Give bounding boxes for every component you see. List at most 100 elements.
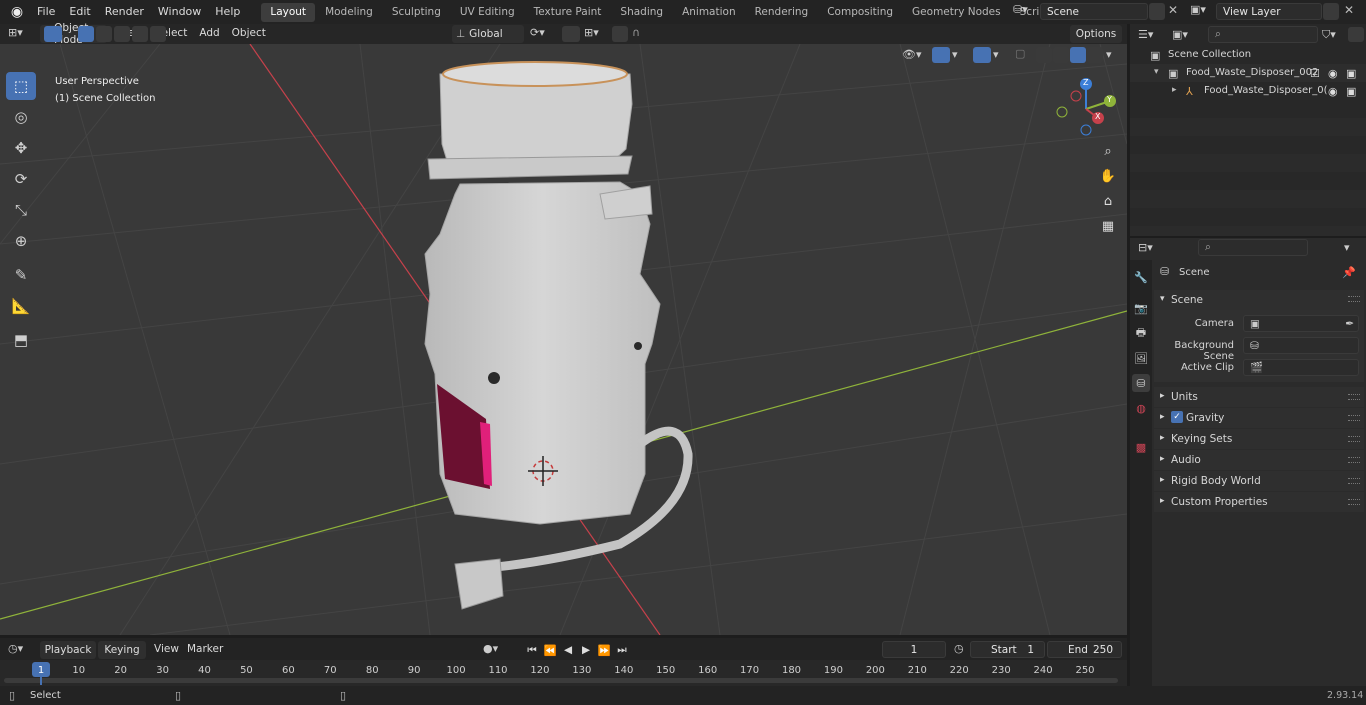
outliner-row-object[interactable]: ▸ ⅄ Food_Waste_Disposer_0( ◉ ▣ [1130,82,1366,100]
select-invert-icon[interactable] [132,26,148,42]
snap-toggle-icon[interactable] [562,26,580,42]
menu-window[interactable]: Window [151,0,208,24]
measure-tool-icon[interactable]: 📐 [6,292,36,320]
expand-chevron-icon[interactable]: ▾ [1154,67,1159,77]
select-box-tool-icon[interactable]: ⬚ [6,72,36,100]
editor-type-icon[interactable]: ⊞▾ [8,26,36,42]
close-view-layer-icon[interactable]: ✕ [1344,3,1358,20]
wireframe-shading-icon[interactable] [1036,47,1052,63]
tab-rendering[interactable]: Rendering [746,3,818,22]
transform-orientation-dropdown[interactable]: ⊥ Global [452,25,524,43]
end-frame-field[interactable]: End 250 [1047,641,1122,658]
menu-render[interactable]: Render [98,0,151,24]
tab-geometry-nodes[interactable]: Geometry Nodes [903,3,1010,22]
render-camera-icon[interactable]: ▣ [1346,85,1356,98]
keying-menu[interactable]: Keying [98,641,146,659]
select-new-icon[interactable] [78,26,94,42]
timeline-editor-type-icon[interactable]: ◷▾ [8,642,23,655]
proportional-falloff-icon[interactable]: ∩ [632,26,640,39]
visibility-eye-icon[interactable]: ◉ [1328,67,1338,80]
properties-editor-type-icon[interactable]: ⊟▾ [1138,241,1153,254]
add-cube-tool-icon[interactable]: ⬒ [6,326,36,354]
rotate-tool-icon[interactable]: ⟳ [6,165,36,193]
tweak-tool-icon[interactable] [44,26,62,42]
view-object-types-icon[interactable]: 👁▾ [902,48,922,61]
panel-drag-grip-icon[interactable] [1348,394,1360,400]
timeline-marker-menu[interactable]: Marker [181,643,229,655]
xray-toggle-icon[interactable]: ▢ [1015,47,1029,63]
jump-end-icon[interactable]: ⏭ [614,641,630,659]
visibility-eye-icon[interactable]: ◉ [1328,85,1338,98]
proportional-edit-icon[interactable] [612,26,628,42]
tab-animation[interactable]: Animation [673,3,745,22]
preview-range-icon[interactable]: ◷ [954,642,964,655]
current-frame-field[interactable]: 1 [882,641,946,658]
filter-icon[interactable]: ⛉▾ [1322,28,1336,42]
view-layer-browse-icon[interactable]: ▣▾ [1190,3,1214,20]
new-view-layer-icon[interactable] [1323,3,1339,20]
tab-layout[interactable]: Layout [261,2,316,22]
panel-drag-grip-icon[interactable] [1348,499,1360,505]
outliner-row-root[interactable]: ▣ Scene Collection [1130,46,1366,64]
zoom-icon[interactable]: ⌕ [1097,140,1119,162]
scene-browse-icon[interactable]: ⛁▾ [1013,3,1037,20]
texture-tab-icon[interactable]: ▩ [1132,438,1150,456]
panel-drag-grip-icon[interactable] [1348,436,1360,442]
tab-sculpting[interactable]: Sculpting [383,3,450,22]
menu-help[interactable]: Help [208,0,247,24]
select-extend-icon[interactable] [96,26,112,42]
pan-hand-icon[interactable]: ✋ [1097,165,1119,187]
gizmo-toggle-icon[interactable] [932,47,950,63]
properties-options-icon[interactable]: ▾ [1344,241,1350,254]
options-dropdown[interactable]: Options [1070,25,1122,43]
panel-drag-grip-icon[interactable] [1348,296,1360,302]
background-scene-field[interactable]: ⛁ [1243,337,1359,354]
ortho-grid-icon[interactable]: ▦ [1097,215,1119,237]
render-tab-icon[interactable]: 📷 [1132,299,1150,317]
tab-modeling[interactable]: Modeling [316,3,382,22]
overlays-toggle-icon[interactable] [973,47,991,63]
gizmo-dropdown-icon[interactable]: ▾ [952,48,958,61]
cursor-tool-icon[interactable]: ◎ [6,103,36,131]
gravity-checkbox[interactable]: ✓ [1171,411,1183,423]
move-tool-icon[interactable]: ✥ [6,134,36,162]
properties-search-input[interactable]: ⌕ [1198,239,1308,256]
panel-drag-grip-icon[interactable] [1348,415,1360,421]
new-collection-icon[interactable] [1348,27,1364,42]
active-clip-field[interactable]: 🎬 [1243,359,1359,376]
menu-edit[interactable]: Edit [62,0,97,24]
timeline-view-menu[interactable]: View [148,643,185,655]
3d-viewport[interactable]: User Perspective (1) Scene Collection 👁▾… [0,44,1127,635]
annotate-tool-icon[interactable]: ✎ [6,261,36,289]
select-intersect-icon[interactable] [150,26,166,42]
timeline-scrollbar[interactable] [4,678,1118,683]
world-tab-icon[interactable]: ◍ [1132,399,1150,417]
overlays-dropdown-icon[interactable]: ▾ [993,48,999,61]
select-subtract-icon[interactable] [114,26,130,42]
material-preview-icon[interactable] [1070,47,1086,63]
viewport-menu-add[interactable]: Add [193,27,225,39]
pivot-point-icon[interactable]: ⟳▾ [530,26,545,39]
outliner-editor-type-icon[interactable]: ☰▾ [1138,28,1153,41]
new-scene-icon[interactable] [1149,3,1165,20]
view-layer-tab-icon[interactable]: 🖼 [1132,349,1150,367]
play-icon[interactable]: ▶ [578,641,594,659]
camera-field[interactable]: ▣ ✒ [1243,315,1359,332]
snap-target-icon[interactable]: ⊞▾ [584,26,599,39]
tab-compositing[interactable]: Compositing [818,3,902,22]
shading-dropdown-icon[interactable]: ▾ [1106,48,1112,61]
panel-drag-grip-icon[interactable] [1348,478,1360,484]
jump-start-icon[interactable]: ⏮ [524,641,540,659]
camera-view-icon[interactable]: ⌂ [1097,190,1119,212]
include-checkbox-icon[interactable]: ☑ [1310,67,1320,80]
close-scene-icon[interactable]: ✕ [1168,3,1182,20]
tab-shading[interactable]: Shading [611,3,672,22]
viewport-menu-object[interactable]: Object [226,27,272,39]
display-mode-icon[interactable]: ▣▾ [1172,28,1188,41]
menu-file[interactable]: File [30,0,62,24]
scene-tab-icon[interactable]: ⛁ [1132,374,1150,392]
tab-uv-editing[interactable]: UV Editing [451,3,524,22]
prev-keyframe-icon[interactable]: ⏪ [542,641,558,659]
playback-menu[interactable]: Playback [40,641,96,659]
next-keyframe-icon[interactable]: ⏩ [596,641,612,659]
